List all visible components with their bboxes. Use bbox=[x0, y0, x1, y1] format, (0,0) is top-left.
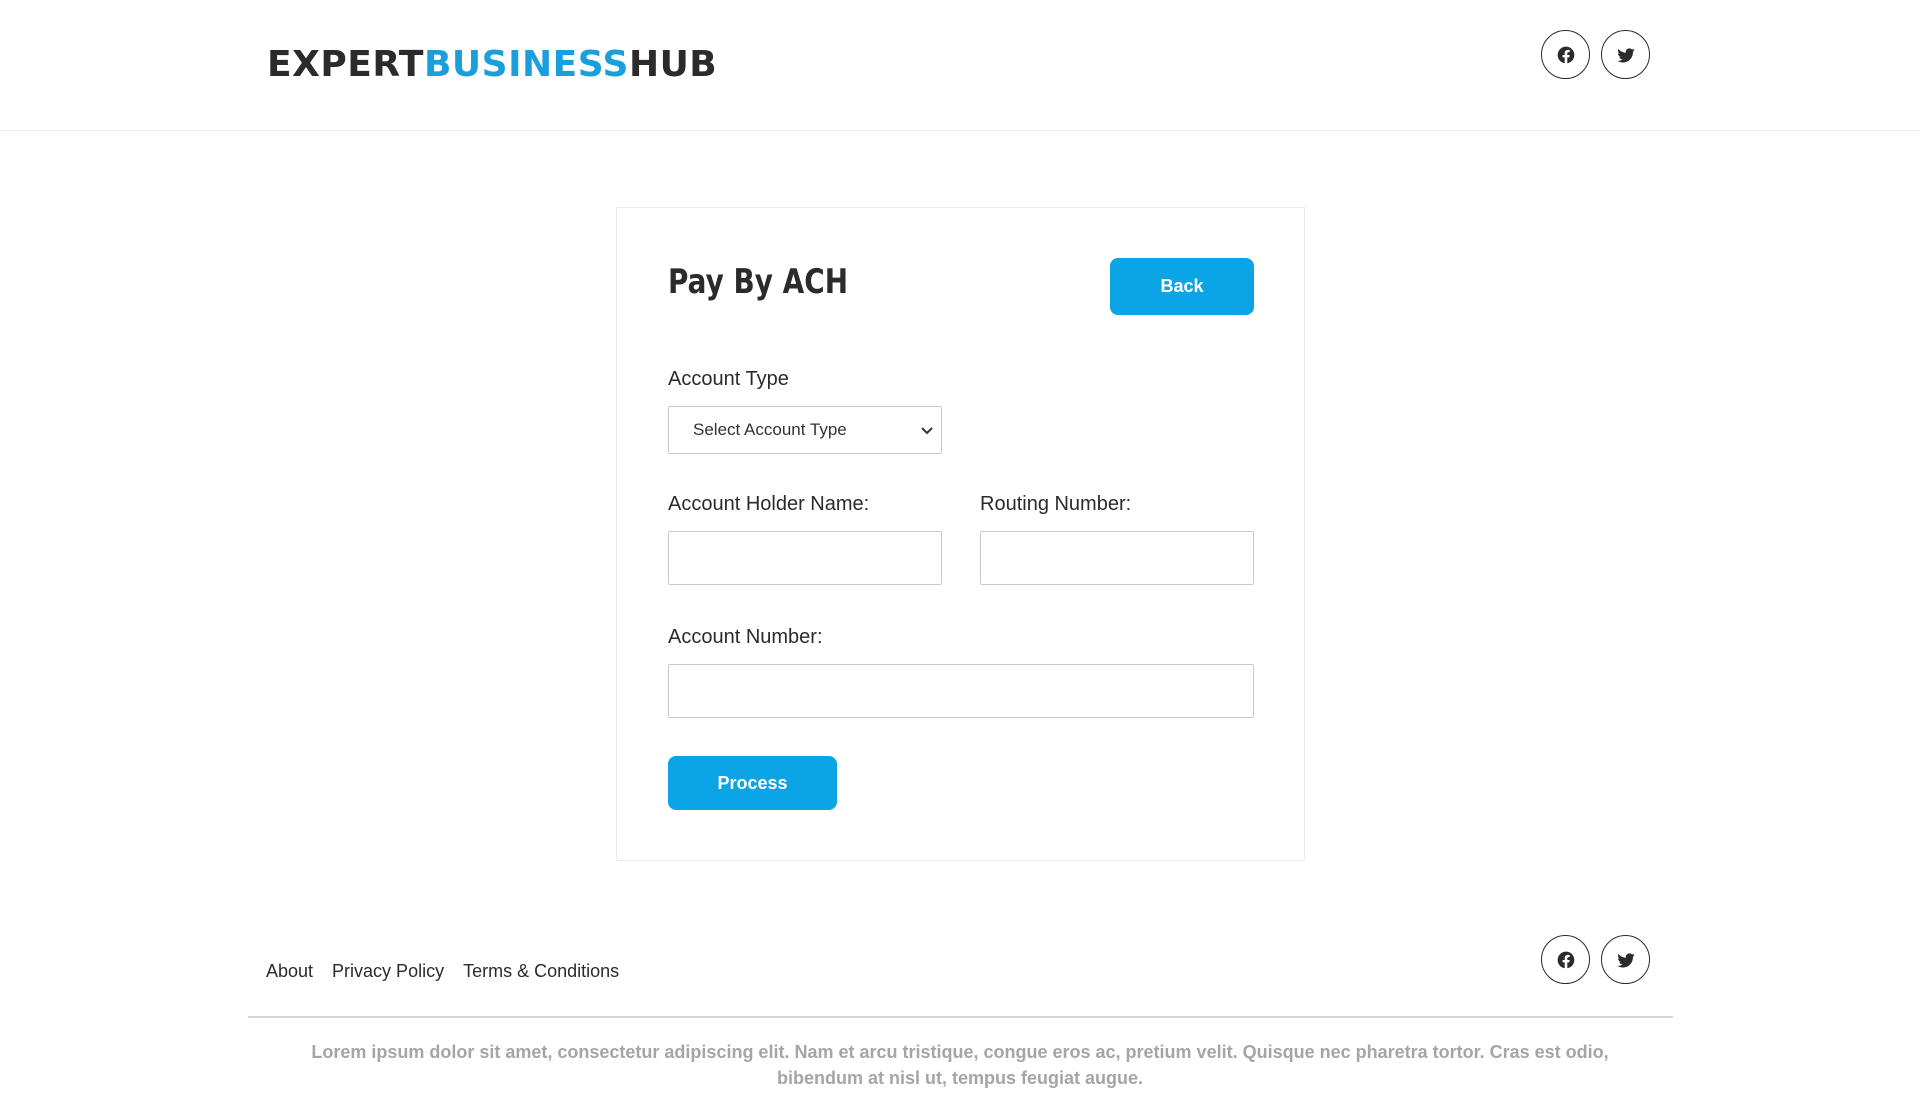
twitter-icon bbox=[1616, 47, 1635, 62]
ach-payment-card: Pay By ACH Back Account Type Select Acco… bbox=[616, 207, 1305, 861]
account-number-label: Account Number: bbox=[668, 626, 823, 648]
twitter-icon bbox=[1616, 952, 1635, 967]
logo-part-business: BUSINESS bbox=[423, 44, 629, 85]
header-social-links bbox=[1541, 30, 1650, 79]
footer-link-about[interactable]: About bbox=[266, 961, 313, 982]
footer-link-terms[interactable]: Terms & Conditions bbox=[463, 961, 619, 982]
footer-description: Lorem ipsum dolor sit amet, consectetur … bbox=[311, 1042, 1609, 1088]
process-button[interactable]: Process bbox=[668, 756, 837, 810]
routing-number-label: Routing Number: bbox=[980, 493, 1132, 515]
footer-divider bbox=[248, 1016, 1673, 1018]
header-twitter-link[interactable] bbox=[1601, 30, 1650, 79]
back-button[interactable]: Back bbox=[1110, 258, 1254, 315]
footer-nav: About Privacy Policy Terms & Conditions bbox=[266, 961, 619, 982]
account-holder-name-input[interactable] bbox=[668, 531, 942, 585]
account-type-label: Account Type bbox=[668, 368, 789, 390]
footer-social-links bbox=[1541, 935, 1650, 984]
logo-part-expert: EXPERT bbox=[267, 44, 424, 85]
account-holder-name-label: Account Holder Name: bbox=[668, 493, 870, 515]
facebook-icon bbox=[1557, 46, 1574, 63]
chevron-down-icon bbox=[921, 427, 933, 435]
site-logo[interactable]: EXPERTBUSINESSHUB bbox=[267, 44, 717, 85]
account-number-input[interactable] bbox=[668, 664, 1254, 718]
logo-part-hub: HUB bbox=[628, 44, 718, 85]
page-title: Pay By ACH bbox=[668, 262, 849, 302]
account-type-select[interactable]: Select Account Type bbox=[668, 406, 942, 454]
facebook-icon bbox=[1557, 951, 1574, 968]
footer-twitter-link[interactable] bbox=[1601, 935, 1650, 984]
header-facebook-link[interactable] bbox=[1541, 30, 1590, 79]
footer-link-privacy-policy[interactable]: Privacy Policy bbox=[332, 961, 444, 982]
site-header: EXPERTBUSINESSHUB bbox=[0, 0, 1920, 131]
footer-facebook-link[interactable] bbox=[1541, 935, 1590, 984]
routing-number-input[interactable] bbox=[980, 531, 1254, 585]
account-type-selected-value: Select Account Type bbox=[693, 420, 847, 439]
